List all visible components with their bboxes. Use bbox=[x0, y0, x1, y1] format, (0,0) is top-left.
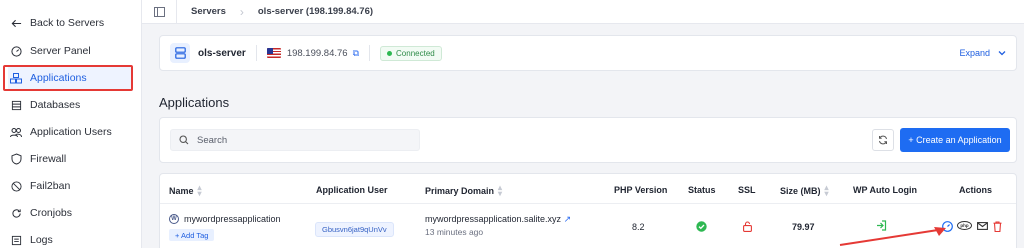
sidebar-item-label: Databases bbox=[30, 99, 81, 111]
toolbar-card: + Create an Application bbox=[159, 117, 1017, 163]
sidebar-item-label: Fail2ban bbox=[30, 180, 71, 192]
sidebar: Back to Servers Server Panel Application… bbox=[0, 0, 142, 248]
create-application-button[interactable]: + Create an Application bbox=[900, 128, 1010, 152]
sidebar-item-label: Logs bbox=[30, 234, 53, 246]
app-name[interactable]: mywordpressapplication bbox=[184, 214, 281, 224]
app-size: 79.97 bbox=[792, 222, 815, 232]
dashboard-gauge-icon[interactable] bbox=[942, 221, 953, 232]
chevron-down-icon bbox=[998, 51, 1006, 56]
mail-icon[interactable] bbox=[977, 222, 988, 230]
gauge-icon bbox=[10, 45, 22, 57]
sidebar-item-label: Cronjobs bbox=[30, 207, 73, 219]
sidebar-item-logs[interactable]: Logs bbox=[8, 229, 132, 248]
svg-text:php: php bbox=[960, 223, 968, 228]
search-input[interactable] bbox=[197, 134, 397, 146]
sidebar-item-databases[interactable]: Databases bbox=[8, 94, 132, 116]
sort-icon: ▴ ▾ bbox=[824, 183, 829, 198]
php-version: 8.2 bbox=[632, 222, 645, 232]
expand-button[interactable]: Expand bbox=[959, 48, 1006, 58]
add-tag-button[interactable]: + Add Tag bbox=[169, 229, 215, 241]
status-badge: Connected bbox=[380, 45, 442, 61]
column-header-user: Application User bbox=[316, 185, 388, 195]
highlight-annotation bbox=[3, 65, 133, 91]
column-header-size[interactable]: Size (MB) ▴ ▾ bbox=[780, 183, 829, 198]
breadcrumb-current: ols-server (198.199.84.76) bbox=[257, 6, 374, 17]
external-link-icon[interactable]: ↗ bbox=[564, 214, 572, 224]
server-card: ols-server 198.199.84.76 ⧉ Connected Exp… bbox=[159, 35, 1017, 71]
status-dot-icon bbox=[387, 50, 393, 56]
shield-icon bbox=[10, 153, 22, 165]
users-icon bbox=[10, 126, 22, 138]
column-header-domain[interactable]: Primary Domain ▴ ▾ bbox=[425, 183, 503, 198]
expand-label: Expand bbox=[959, 48, 990, 58]
wordpress-icon: W bbox=[169, 214, 179, 224]
wp-login-icon[interactable] bbox=[876, 220, 887, 231]
server-ip: 198.199.84.76 bbox=[286, 47, 348, 59]
ban-icon bbox=[10, 180, 22, 192]
column-header-status: Status bbox=[688, 185, 716, 195]
back-to-servers-link[interactable]: Back to Servers bbox=[8, 12, 132, 34]
refresh-button[interactable] bbox=[872, 129, 894, 151]
logs-icon bbox=[10, 234, 22, 246]
server-icon bbox=[170, 43, 190, 63]
sidebar-item-cronjobs[interactable]: Cronjobs bbox=[8, 202, 132, 224]
refresh-icon bbox=[10, 207, 22, 219]
search-icon bbox=[179, 135, 189, 145]
column-header-php: PHP Version bbox=[614, 185, 668, 195]
breadcrumb: Servers › ols-server (198.199.84.76) bbox=[142, 0, 1024, 24]
ssl-unlock-icon[interactable] bbox=[743, 221, 752, 232]
primary-domain[interactable]: mywordpressapplication.salite.xyz ↗ bbox=[425, 214, 571, 225]
sidebar-toggle-icon[interactable] bbox=[142, 6, 176, 17]
refresh-icon bbox=[879, 135, 887, 145]
page-title: Applications bbox=[159, 95, 230, 110]
column-header-wp-login: WP Auto Login bbox=[853, 185, 917, 195]
sidebar-item-application-users[interactable]: Application Users bbox=[8, 121, 132, 143]
column-header-name[interactable]: Name ▴ ▾ bbox=[169, 183, 202, 198]
status-check-icon bbox=[696, 221, 707, 232]
status-text: Connected bbox=[396, 48, 435, 58]
server-name: ols-server bbox=[198, 47, 246, 59]
sidebar-item-label: Server Panel bbox=[30, 45, 91, 57]
back-label: Back to Servers bbox=[30, 17, 105, 29]
app-user-pill[interactable]: Gbusvn6jat9qUnVv bbox=[315, 222, 394, 237]
copy-icon[interactable]: ⧉ bbox=[353, 48, 359, 59]
column-header-actions: Actions bbox=[959, 185, 993, 195]
sidebar-item-label: Firewall bbox=[30, 153, 67, 165]
applications-table: Name ▴ ▾ Application User Primary Domain ▴ ▾… bbox=[159, 173, 1017, 248]
delete-icon[interactable] bbox=[993, 221, 1002, 232]
us-flag-icon bbox=[266, 48, 281, 58]
domain-timestamp: 13 minutes ago bbox=[425, 227, 484, 237]
column-header-ssl: SSL bbox=[738, 185, 756, 195]
search-box bbox=[170, 129, 420, 151]
sort-icon: ▴ ▾ bbox=[498, 183, 503, 198]
arrow-left-icon bbox=[10, 17, 22, 29]
database-icon bbox=[10, 99, 22, 111]
breadcrumb-servers[interactable]: Servers bbox=[177, 6, 240, 17]
sidebar-item-server-panel[interactable]: Server Panel bbox=[8, 40, 132, 62]
php-icon[interactable]: php bbox=[957, 221, 972, 230]
sidebar-item-firewall[interactable]: Firewall bbox=[8, 148, 132, 170]
sidebar-item-label: Application Users bbox=[30, 126, 112, 138]
sidebar-item-fail2ban[interactable]: Fail2ban bbox=[8, 175, 132, 197]
sort-icon: ▴ ▾ bbox=[197, 183, 202, 198]
